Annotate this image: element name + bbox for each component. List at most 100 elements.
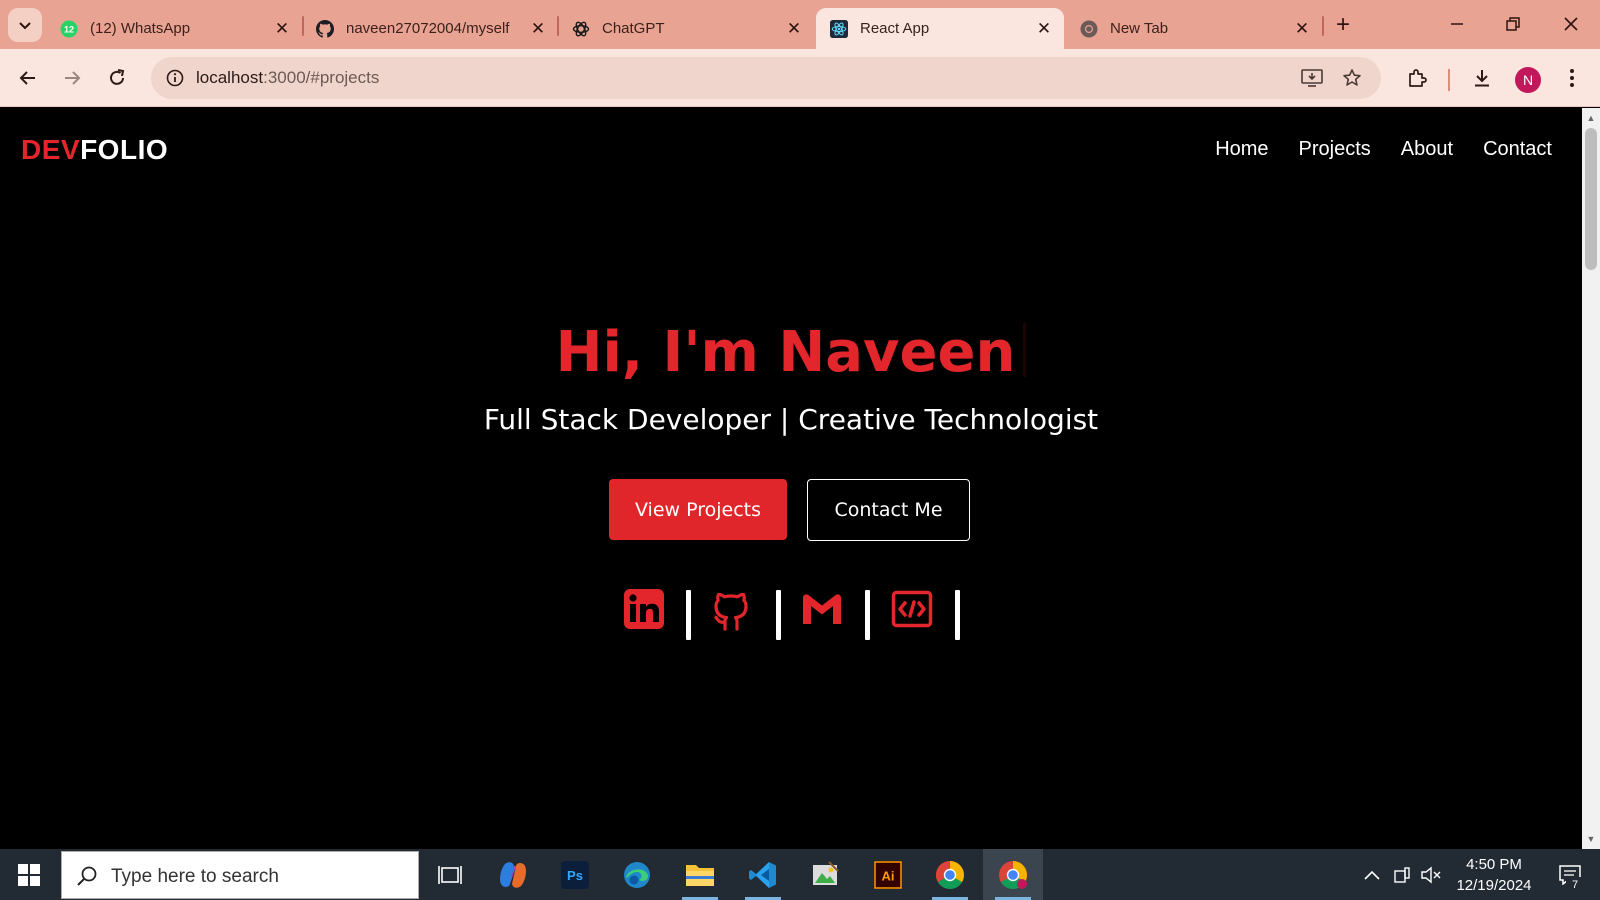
page-scrollbar[interactable]: ▲ ▼ (1582, 108, 1600, 849)
hero-title-wrap: Hi, I'm Naveen (0, 320, 1582, 385)
address-bar[interactable]: localhost:3000/#projects (151, 57, 1381, 99)
chevron-down-icon (19, 22, 31, 30)
logo-part-dev: DEV (21, 134, 81, 165)
whatsapp-icon: 12 (60, 20, 78, 38)
minimize-icon (1451, 23, 1463, 25)
back-arrow-icon (19, 71, 35, 85)
extensions-icon[interactable] (1403, 64, 1431, 92)
start-button[interactable] (0, 849, 58, 900)
profile-avatar[interactable]: N (1515, 67, 1541, 93)
install-app-icon[interactable] (1300, 66, 1324, 90)
bookmark-star-icon[interactable] (1340, 66, 1364, 90)
site-nav: Home Projects About Contact (1215, 138, 1552, 161)
photoshop-icon[interactable]: Ps (545, 849, 605, 900)
close-icon[interactable]: ✕ (1034, 19, 1054, 39)
tab-react-app[interactable]: React App ✕ (816, 8, 1064, 49)
downloads-icon[interactable] (1468, 64, 1496, 92)
illustrator-icon[interactable]: Ai (858, 849, 918, 900)
social-separator (686, 590, 691, 640)
nav-about[interactable]: About (1401, 138, 1453, 161)
hero-subtitle: Full Stack Developer | Creative Technolo… (483, 403, 1099, 436)
image-viewer-icon[interactable] (795, 849, 855, 900)
clock-time: 4:50 PM (1466, 856, 1522, 873)
chrome-icon (1080, 20, 1098, 38)
show-hidden-icons-chevron-icon[interactable] (1360, 849, 1384, 900)
chrome-icon[interactable] (920, 849, 980, 900)
site-info-icon[interactable] (161, 64, 189, 92)
volume-muted-icon[interactable] (1418, 849, 1444, 900)
close-icon[interactable]: ✕ (272, 19, 292, 39)
tab-separator (1322, 16, 1324, 36)
linkedin-icon[interactable] (623, 588, 665, 630)
nav-contact[interactable]: Contact (1483, 138, 1552, 161)
view-projects-button[interactable]: View Projects (609, 479, 787, 540)
task-view-icon[interactable] (420, 849, 480, 900)
address-url: localhost:3000/#projects (196, 68, 379, 88)
nav-projects[interactable]: Projects (1299, 138, 1371, 161)
restore-icon (1506, 17, 1520, 31)
tab-title: ChatGPT (602, 20, 665, 37)
close-icon[interactable]: ✕ (528, 19, 548, 39)
tab-chatgpt[interactable]: ChatGPT ✕ (558, 8, 814, 49)
new-tab-button[interactable]: + (1330, 11, 1356, 38)
back-button[interactable] (13, 63, 43, 93)
browser-toolbar: localhost:3000/#projects (0, 49, 1600, 107)
gmail-icon[interactable] (801, 588, 843, 630)
typing-cursor (1023, 323, 1027, 377)
chatgpt-icon (572, 20, 590, 38)
url-path: :3000/#projects (263, 68, 380, 87)
forward-arrow-icon (65, 71, 81, 85)
close-icon[interactable]: ✕ (784, 19, 804, 39)
nav-home[interactable]: Home (1215, 138, 1268, 161)
tab-github[interactable]: naveen27072004/myself ✕ (302, 8, 558, 49)
tab-title: naveen27072004/myself (346, 20, 510, 37)
tab-title: (12) WhatsApp (90, 20, 191, 37)
clock-date: 12/19/2024 (1456, 877, 1532, 894)
device-icon[interactable] (1390, 849, 1414, 900)
file-explorer-icon[interactable] (670, 849, 730, 900)
windows-icon (18, 863, 40, 886)
tab-strip: 12 (12) WhatsApp ✕ naveen27072004/myself… (0, 0, 1600, 49)
reload-button[interactable] (102, 63, 132, 93)
taskbar-clock[interactable]: 4:50 PM 12/19/2024 (1448, 854, 1540, 896)
scroll-thumb[interactable] (1585, 128, 1597, 270)
social-separator (776, 590, 781, 640)
tab-whatsapp[interactable]: 12 (12) WhatsApp ✕ (46, 8, 302, 49)
svg-text:12: 12 (64, 24, 74, 34)
github-icon (316, 19, 334, 38)
close-icon (1564, 17, 1578, 31)
url-host: localhost (196, 68, 264, 87)
menu-kebab-icon[interactable] (1558, 64, 1586, 92)
github-icon[interactable] (710, 588, 752, 631)
vscode-icon[interactable] (733, 849, 793, 900)
svg-text:Ai: Ai (882, 868, 895, 883)
close-window-button[interactable] (1556, 10, 1586, 38)
search-placeholder: Type here to search (111, 866, 279, 887)
close-icon[interactable]: ✕ (1292, 19, 1312, 39)
minimize-button[interactable] (1442, 10, 1472, 38)
taskbar-search[interactable]: Type here to search (61, 851, 419, 899)
code-icon[interactable] (891, 588, 933, 630)
contact-me-button[interactable]: Contact Me (807, 479, 970, 541)
chrome-profile-icon[interactable] (983, 849, 1043, 900)
site-logo[interactable]: DEVFOLIO (21, 134, 168, 166)
tab-search-button[interactable] (8, 8, 42, 42)
tab-title: New Tab (1110, 20, 1169, 37)
social-separator (865, 590, 870, 640)
social-separator (955, 590, 960, 640)
scroll-down-arrow-icon[interactable]: ▼ (1582, 831, 1600, 847)
windows-taskbar: Type here to search Ps Ai 4:50 PM 12/19/… (0, 849, 1600, 900)
toolbar-divider (1448, 69, 1450, 91)
search-icon (77, 866, 97, 886)
scroll-up-arrow-icon[interactable]: ▲ (1582, 110, 1600, 126)
tab-new-tab[interactable]: New Tab ✕ (1066, 8, 1322, 49)
react-icon (830, 19, 848, 38)
web-page: DEVFOLIO Home Projects About Contact Hi,… (0, 108, 1582, 849)
copilot-icon[interactable] (483, 849, 543, 900)
notification-count-badge: 7 (1566, 877, 1584, 893)
forward-button[interactable] (57, 63, 87, 93)
logo-part-folio: FOLIO (80, 134, 169, 165)
edge-icon[interactable] (607, 849, 667, 900)
tab-title: React App (860, 20, 930, 37)
restore-button[interactable] (1498, 10, 1528, 38)
